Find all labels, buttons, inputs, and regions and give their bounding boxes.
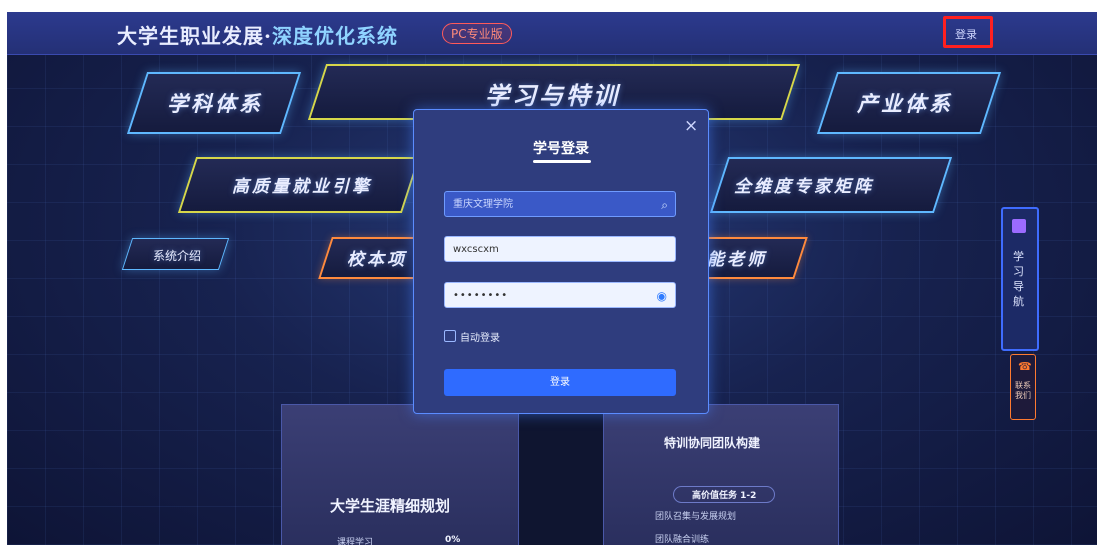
card-progress-value: 0% (445, 535, 461, 545)
contact-label: 联系我们 (1015, 381, 1031, 400)
password-value: •••••••• (453, 290, 509, 301)
app-title: 大学生职业发展·深度优化系统 (117, 20, 398, 49)
card-divider (519, 404, 603, 545)
panel-study-label: 学习与特训 (485, 82, 620, 110)
app-frame: 大学生职业发展·深度优化系统 PC专业版 登录 学科体系 学习与特训 产业体系 … (7, 12, 1097, 545)
card-team[interactable] (603, 404, 839, 545)
panel-expert-label: 全维度专家矩阵 (734, 177, 874, 197)
title-main: 大学生职业发展 (117, 24, 264, 48)
panel-intro-label: 系统介绍 (153, 249, 202, 263)
edition-badge: PC专业版 (442, 23, 512, 44)
panel-industry-label: 产业体系 (857, 92, 953, 116)
card-item-1: 团队召集与发展规划 (655, 512, 737, 522)
login-modal: × 学号登录 重庆文理学院 ⌕ wxcscxm •••••••• ◉ 自动登录 … (413, 109, 709, 414)
card-planning-title: 大学生涯精细规划 (330, 497, 451, 515)
contact-button[interactable]: ☎ 联系我们 (1010, 354, 1036, 420)
close-icon[interactable]: × (684, 116, 698, 136)
card-item-2: 团队融合训练 (655, 535, 710, 545)
nav-cube-icon (1012, 219, 1026, 233)
side-nav[interactable]: 学习导航 (1001, 207, 1039, 351)
highlight-box (943, 16, 993, 48)
school-select[interactable]: 重庆文理学院 ⌕ (444, 191, 676, 217)
search-icon: ⌕ (661, 198, 668, 212)
panel-subject-label: 学科体系 (167, 92, 263, 116)
phone-icon: ☎ (1018, 360, 1032, 373)
auto-login-checkbox[interactable] (444, 330, 456, 342)
title-underline (533, 160, 591, 163)
panel-employment-label: 高质量就业引擎 (232, 177, 372, 197)
username-value: wxcscxm (453, 244, 499, 255)
top-bar: 大学生职业发展·深度优化系统 PC专业版 登录 (7, 12, 1097, 55)
card-task-pill: 高价值任务 1-2 (673, 486, 776, 503)
modal-title: 学号登录 (533, 141, 589, 157)
card-team-title: 特训协同团队构建 (664, 436, 761, 450)
title-accent: 深度优化系统 (271, 24, 398, 48)
login-button[interactable]: 登录 (444, 369, 676, 396)
side-nav-label: 学习导航 (1013, 250, 1024, 308)
password-field[interactable]: •••••••• ◉ (444, 282, 676, 308)
panel-teacher-label: 能老师 (707, 250, 767, 270)
username-field[interactable]: wxcscxm (444, 236, 676, 262)
title-separator: · (264, 24, 272, 48)
panel-campus-label: 校本项 (347, 250, 407, 270)
school-value: 重庆文理学院 (453, 199, 513, 210)
card-progress-label: 课程学习 (337, 538, 374, 545)
card-planning[interactable] (281, 404, 519, 545)
eye-icon[interactable]: ◉ (657, 283, 668, 309)
auto-login-label: 自动登录 (460, 333, 500, 344)
